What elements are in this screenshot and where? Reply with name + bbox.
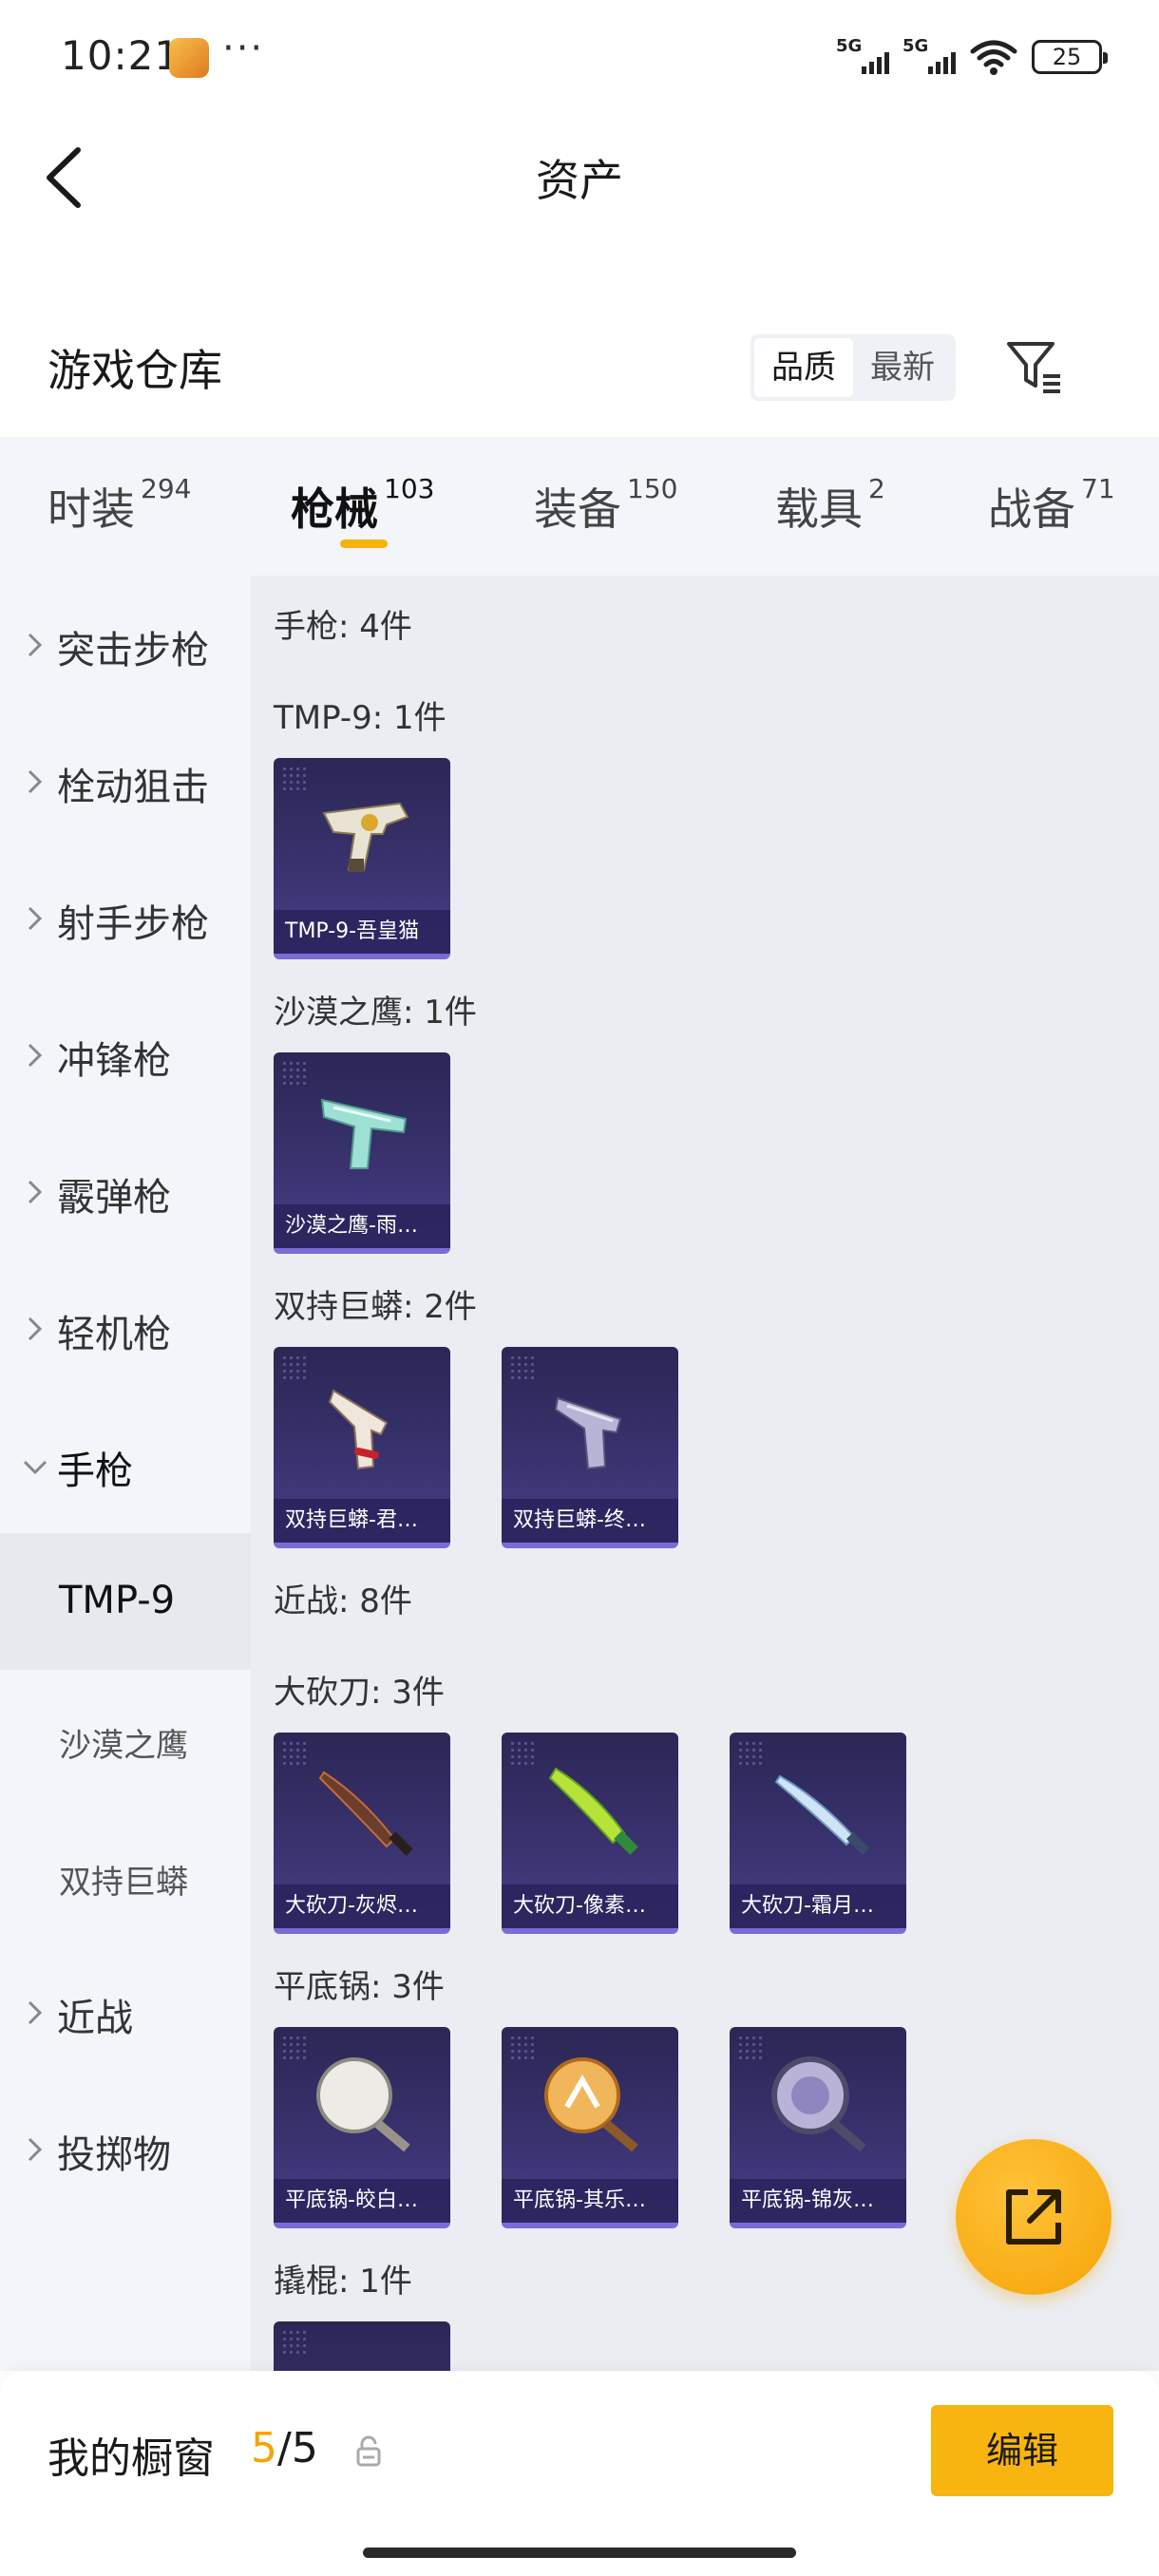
sidebar-item-marksman-rifle[interactable]: 射手步枪 bbox=[0, 849, 251, 986]
sidebar-subitem-dual-python[interactable]: 双持巨蟒 bbox=[0, 1807, 251, 1943]
group-heading-melee: 近战: 8件 bbox=[274, 1582, 412, 1620]
item-name: 双持巨蟒-君… bbox=[274, 1499, 450, 1543]
filter-icon[interactable] bbox=[1003, 338, 1066, 397]
edit-showcase-button[interactable]: 编辑 bbox=[931, 2405, 1113, 2496]
tab-supplies[interactable]: 战备 71 bbox=[988, 473, 1115, 538]
item-card[interactable]: 沙漠之鹰-雨… bbox=[274, 1052, 450, 1254]
tmp9-gun-icon bbox=[322, 802, 409, 872]
section-title: 游戏仓库 bbox=[48, 345, 222, 396]
status-more-indicator: ··· bbox=[222, 27, 265, 70]
item-list-panel[interactable]: 手枪: 4件 TMP-9: 1件 TMP-9-吾皇猫 沙漠之鹰: 1件 沙漠之鹰… bbox=[251, 576, 1159, 2371]
tab-equipment[interactable]: 装备 150 bbox=[534, 473, 677, 538]
item-name: 双持巨蟒-终… bbox=[502, 1499, 678, 1543]
chevron-down-icon bbox=[23, 1460, 48, 1475]
item-card[interactable]: 大砍刀-像素… bbox=[502, 1733, 678, 1934]
item-name: TMP-9-吾皇猫 bbox=[274, 910, 450, 954]
share-button[interactable] bbox=[956, 2139, 1112, 2295]
share-icon bbox=[1006, 2189, 1061, 2245]
sidebar-item-bolt-sniper[interactable]: 栓动狙击 bbox=[0, 712, 251, 849]
subgroup-heading-machete: 大砍刀: 3件 bbox=[274, 1674, 445, 1712]
wifi-icon bbox=[970, 40, 1017, 75]
item-name: 平底锅-锦灰… bbox=[730, 2179, 906, 2223]
chevron-right-icon bbox=[28, 633, 43, 657]
machete-icon bbox=[318, 1771, 413, 1856]
cell-signal-icon: 5G bbox=[902, 36, 956, 76]
desert-eagle-icon bbox=[320, 1098, 408, 1169]
home-indicator[interactable] bbox=[363, 2548, 796, 2558]
item-card[interactable]: 平底锅-锦灰… bbox=[730, 2027, 906, 2228]
item-name: 大砍刀-霜月… bbox=[730, 1885, 906, 1928]
item-card[interactable]: 平底锅-其乐… bbox=[502, 2027, 678, 2228]
subgroup-heading-dual-python: 双持巨蟒: 2件 bbox=[274, 1288, 477, 1326]
frying-pan-icon bbox=[316, 2057, 410, 2152]
subgroup-heading-crowbar: 撬棍: 1件 bbox=[274, 2263, 412, 2301]
item-card[interactable]: 平底锅-皎白… bbox=[274, 2027, 450, 2228]
sort-toggle: 品质 最新 bbox=[750, 334, 956, 401]
item-card[interactable]: TMP-9-吾皇猫 bbox=[274, 758, 450, 959]
cell-signal-icon: 5G bbox=[836, 36, 889, 76]
page-title: 资产 bbox=[536, 155, 623, 206]
sidebar-item-melee[interactable]: 近战 bbox=[0, 1943, 251, 2080]
sidebar-subitem-tmp9[interactable]: TMP-9 bbox=[0, 1533, 251, 1670]
item-name: 大砍刀-灰烬… bbox=[274, 1885, 450, 1928]
category-tabs: 时装 294 枪械 103 装备 150 载具 2 战备 71 bbox=[0, 437, 1159, 576]
subgroup-heading-desert-eagle: 沙漠之鹰: 1件 bbox=[274, 994, 477, 1032]
item-card[interactable]: 双持巨蟒-终… bbox=[502, 1347, 678, 1548]
showcase-label: 我的橱窗 bbox=[48, 2434, 215, 2483]
python-revolver-icon bbox=[554, 1396, 622, 1470]
python-revolver-icon bbox=[328, 1389, 389, 1470]
sidebar-item-smg[interactable]: 冲锋枪 bbox=[0, 986, 251, 1123]
chevron-right-icon bbox=[28, 1180, 43, 1204]
lock-icon bbox=[356, 2435, 381, 2467]
sidebar-item-shotgun[interactable]: 霰弹枪 bbox=[0, 1123, 251, 1260]
chevron-right-icon bbox=[28, 906, 43, 931]
frying-pan-icon bbox=[771, 2056, 866, 2152]
subgroup-heading-tmp9: TMP-9: 1件 bbox=[274, 699, 446, 737]
status-time: 10:21 bbox=[61, 32, 181, 79]
item-card[interactable] bbox=[274, 2321, 450, 2371]
subgroup-heading-frying-pan: 平底锅: 3件 bbox=[274, 1968, 445, 2006]
item-name: 平底锅-皎白… bbox=[274, 2179, 450, 2223]
group-heading-pistol: 手枪: 4件 bbox=[274, 608, 412, 646]
game-app-icon bbox=[169, 38, 209, 78]
chevron-right-icon bbox=[28, 769, 43, 794]
item-card[interactable]: 大砍刀-霜月… bbox=[730, 1733, 906, 1934]
sidebar-item-throwable[interactable]: 投掷物 bbox=[0, 2080, 251, 2217]
item-name: 沙漠之鹰-雨… bbox=[274, 1204, 450, 1248]
sort-by-quality-button[interactable]: 品质 bbox=[754, 338, 853, 397]
frying-pan-icon bbox=[544, 2057, 638, 2152]
sidebar-subitem-desert-eagle[interactable]: 沙漠之鹰 bbox=[0, 1670, 251, 1807]
sidebar-item-pistol[interactable]: 手枪 bbox=[0, 1396, 251, 1533]
tab-vehicles[interactable]: 载具 2 bbox=[775, 473, 885, 538]
sidebar-item-assault-rifle[interactable]: 突击步枪 bbox=[0, 576, 251, 712]
chevron-right-icon bbox=[28, 1043, 43, 1068]
item-name: 平底锅-其乐… bbox=[502, 2179, 678, 2223]
active-tab-indicator bbox=[340, 540, 388, 548]
tab-fashion[interactable]: 时装 294 bbox=[48, 473, 191, 538]
item-name: 大砍刀-像素… bbox=[502, 1885, 678, 1928]
category-sidebar: 突击步枪 栓动狙击 射手步枪 冲锋枪 霰弹枪 轻机枪 手枪 TMP-9 沙漠之鹰… bbox=[0, 576, 251, 2371]
status-bar: 10:21 ··· 5G 5G 25 bbox=[0, 0, 1159, 114]
sort-by-newest-button[interactable]: 最新 bbox=[853, 338, 952, 397]
chevron-right-icon bbox=[28, 1316, 43, 1341]
battery-indicator: 25 bbox=[1032, 40, 1108, 74]
showcase-bar: 我的橱窗 5/5 编辑 bbox=[0, 2371, 1159, 2576]
machete-icon bbox=[774, 1774, 870, 1856]
chevron-right-icon bbox=[28, 2000, 43, 2025]
item-card[interactable]: 双持巨蟒-君… bbox=[274, 1347, 450, 1548]
sidebar-item-lmg[interactable]: 轻机枪 bbox=[0, 1260, 251, 1396]
item-card[interactable]: 大砍刀-灰烬… bbox=[274, 1733, 450, 1934]
showcase-count: 5/5 bbox=[251, 2424, 318, 2472]
machete-icon bbox=[548, 1767, 638, 1855]
tab-guns[interactable]: 枪械 103 bbox=[291, 473, 434, 538]
chevron-right-icon bbox=[28, 2137, 43, 2162]
